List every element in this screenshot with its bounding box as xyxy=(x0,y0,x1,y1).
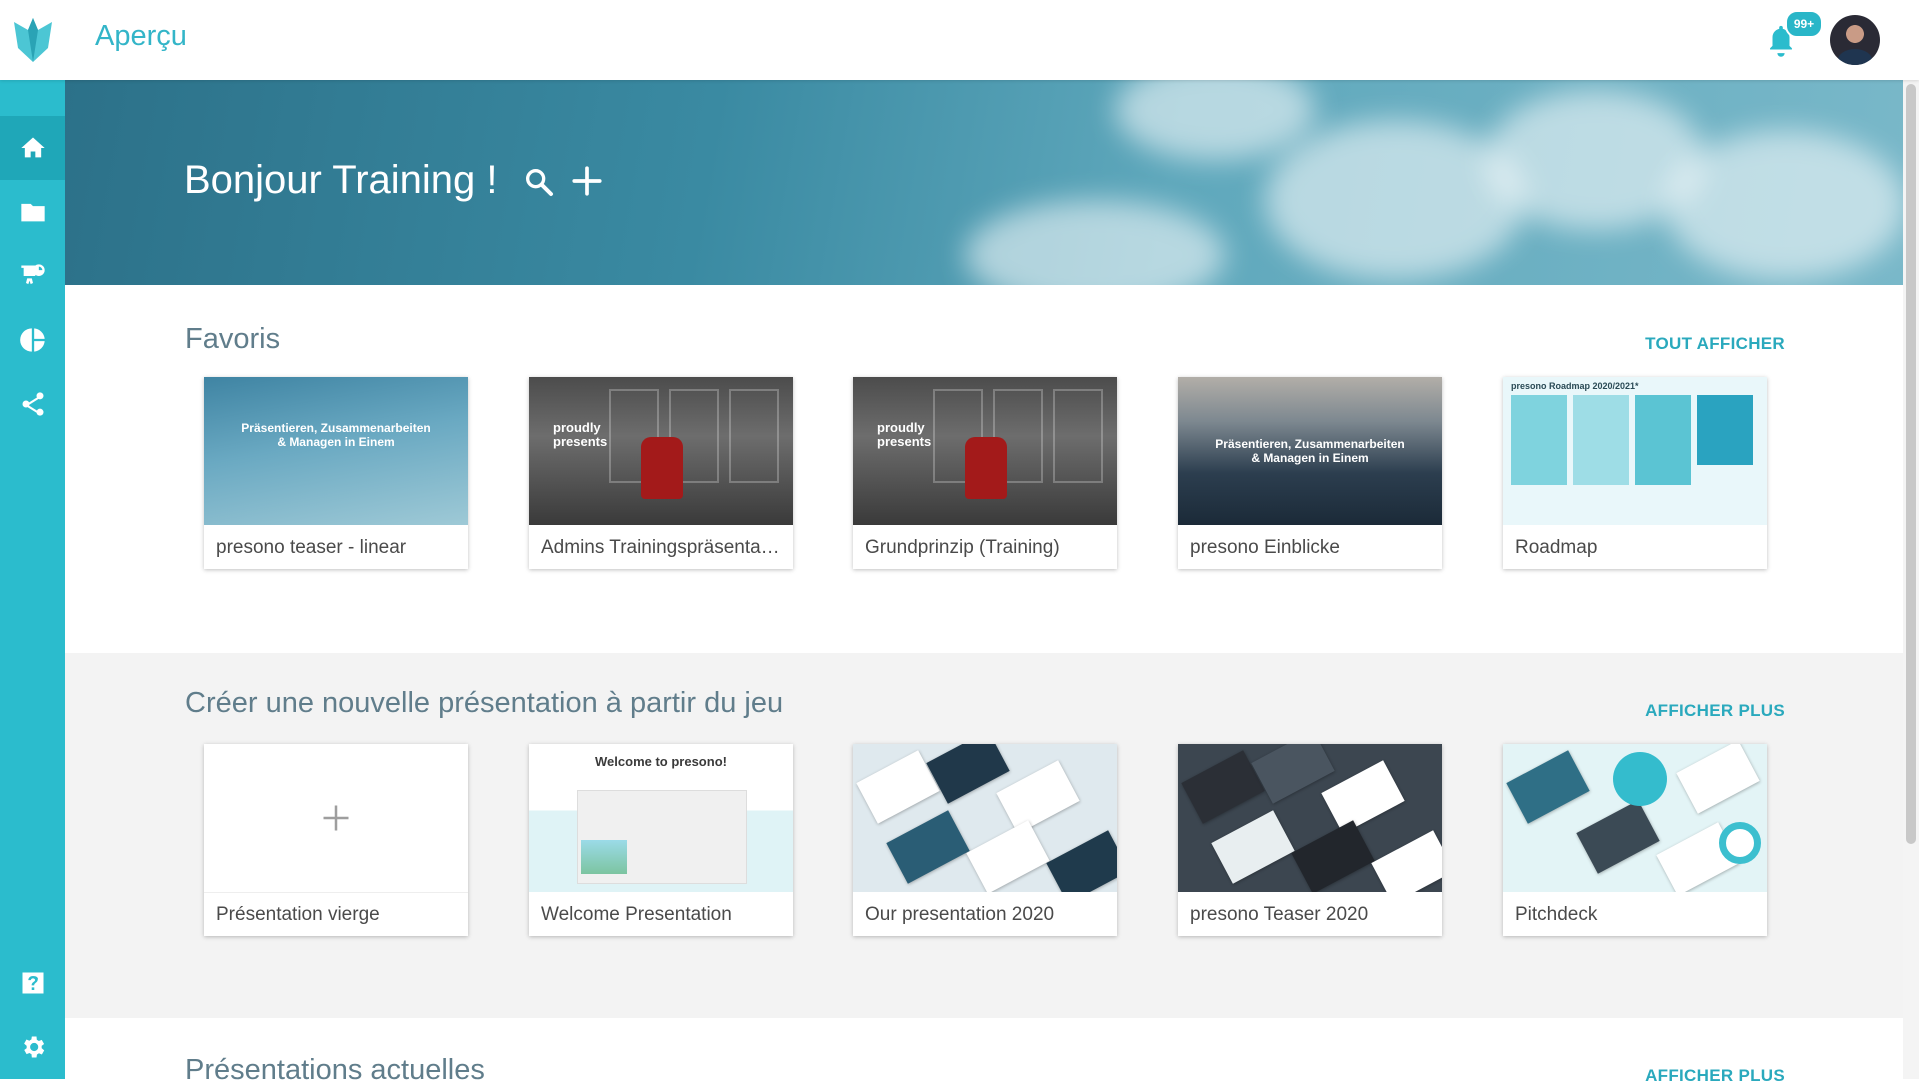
new-from-set-title: Créer une nouvelle présentation à partir… xyxy=(185,687,784,719)
donut-graphic xyxy=(1719,822,1761,864)
page-title: Aperçu xyxy=(95,20,187,52)
sidebar-item-share[interactable] xyxy=(0,372,65,436)
thumb-heading: & Managen in Einem xyxy=(277,435,395,449)
presono-logo-icon[interactable] xyxy=(14,18,52,62)
wall-panel xyxy=(1053,389,1103,483)
cloud-decoration xyxy=(1115,80,1315,160)
slide-tile xyxy=(1211,810,1295,884)
template-card[interactable]: presono Teaser 2020 xyxy=(1178,744,1442,936)
top-bar: Aperçu 99+ xyxy=(0,0,1919,80)
help-icon xyxy=(22,972,43,994)
notification-badge[interactable]: 99+ xyxy=(1785,10,1823,38)
card-label: Our presentation 2020 xyxy=(865,904,1055,925)
chair-graphic xyxy=(641,437,683,499)
card-label: Welcome Presentation xyxy=(541,904,732,925)
card-thumbnail xyxy=(853,744,1117,892)
template-card[interactable]: Présentation vierge xyxy=(204,744,468,936)
thumb-heading: Präsentieren, Zusammenarbeiten xyxy=(1215,437,1405,451)
pie-chart-icon xyxy=(19,328,45,352)
card-thumbnail xyxy=(204,744,468,893)
slide-tile xyxy=(1046,830,1117,892)
share-icon xyxy=(22,392,43,416)
slide-tile xyxy=(886,810,970,884)
cloud-decoration xyxy=(1265,120,1525,280)
slide-tile xyxy=(1291,820,1375,892)
favorites-title: Favoris xyxy=(185,323,281,355)
show-more-templates-link[interactable]: AFFICHER PLUS xyxy=(1645,701,1785,721)
slide-tile xyxy=(1676,744,1760,814)
roadmap-column xyxy=(1697,395,1753,465)
card-thumbnail xyxy=(1503,744,1767,892)
cloud-decoration xyxy=(965,200,1225,285)
favorite-card[interactable]: Präsentieren, Zusammenarbeiten & Managen… xyxy=(1178,377,1442,569)
favorite-card[interactable]: proudly presents Admins Trainingspräsent… xyxy=(529,377,793,569)
thumb-heading: presents xyxy=(877,434,932,449)
slide-tile xyxy=(966,820,1050,892)
sidebar-item-help[interactable] xyxy=(0,951,65,1015)
roadmap-column xyxy=(1635,395,1691,485)
scrollbar-thumb[interactable] xyxy=(1906,84,1916,844)
favorites-section: Favoris TOUT AFFICHER Präsentieren, Zusa… xyxy=(65,285,1903,653)
thumb-heading: & Managen in Einem xyxy=(1251,451,1369,465)
card-label: Grundprinzip (Training) xyxy=(865,537,1060,558)
show-more-current-link[interactable]: AFFICHER PLUS xyxy=(1645,1066,1785,1086)
card-thumbnail: proudly presents xyxy=(853,377,1117,525)
folder-icon xyxy=(20,203,45,222)
template-card[interactable]: Pitchdeck xyxy=(1503,744,1767,936)
sidebar-item-analytics[interactable] xyxy=(0,308,65,372)
greeting-title: Bonjour Training ! xyxy=(184,158,498,202)
home-icon xyxy=(20,137,45,158)
slide-tile xyxy=(1371,830,1442,892)
thumb-heading: Welcome to presono! xyxy=(595,754,727,769)
sidebar-item-files[interactable] xyxy=(0,180,65,244)
sidebar-item-home[interactable] xyxy=(0,116,65,180)
sidebar xyxy=(0,80,65,1079)
card-thumbnail: proudly presents xyxy=(529,377,793,525)
thumb-heading: presents xyxy=(553,434,608,449)
current-presentations-title: Présentations actuelles xyxy=(185,1054,485,1086)
current-presentations-section: Présentations actuelles AFFICHER PLUS xyxy=(65,1018,1903,1086)
image-placeholder xyxy=(581,840,627,874)
roadmap-column xyxy=(1511,395,1567,485)
search-icon[interactable] xyxy=(523,166,555,198)
favorite-card[interactable]: presono Roadmap 2020/2021* Roadmap xyxy=(1503,377,1767,569)
card-thumbnail: Präsentieren, Zusammenarbeiten & Managen… xyxy=(1178,377,1442,525)
thumb-heading: presono Roadmap 2020/2021* xyxy=(1511,381,1639,391)
user-avatar[interactable] xyxy=(1830,15,1880,65)
favorite-card[interactable]: proudly presents Grundprinzip (Training) xyxy=(853,377,1117,569)
template-card[interactable]: Our presentation 2020 xyxy=(853,744,1117,936)
card-label: presono Teaser 2020 xyxy=(1190,904,1369,925)
thumb-heading: Präsentieren, Zusammenarbeiten xyxy=(241,421,431,435)
card-label: Admins Trainingspräsentation xyxy=(541,537,783,558)
add-icon[interactable] xyxy=(570,164,604,198)
plus-icon xyxy=(323,805,349,831)
network-circle-graphic xyxy=(1613,752,1667,806)
card-label: Présentation vierge xyxy=(216,904,380,925)
card-thumbnail: Welcome to presono! xyxy=(529,744,793,892)
slide-tile xyxy=(1576,800,1660,874)
sidebar-item-settings[interactable] xyxy=(0,1015,65,1079)
hero-banner: Bonjour Training ! xyxy=(65,80,1903,285)
slide-tile xyxy=(1506,750,1590,824)
roadmap-column xyxy=(1573,395,1629,485)
thumb-heading: proudly xyxy=(877,420,925,435)
gear-icon xyxy=(23,1036,44,1058)
presentation-icon xyxy=(20,264,45,285)
card-thumbnail: Präsentieren, Zusammenarbeiten & Managen… xyxy=(204,377,468,525)
card-label: presono teaser - linear xyxy=(216,537,407,558)
favorite-card[interactable]: Präsentieren, Zusammenarbeiten & Managen… xyxy=(204,377,468,569)
card-thumbnail xyxy=(1178,744,1442,892)
card-thumbnail: presono Roadmap 2020/2021* xyxy=(1503,377,1767,525)
show-all-favorites-link[interactable]: TOUT AFFICHER xyxy=(1645,334,1785,354)
new-from-set-section: Créer une nouvelle présentation à partir… xyxy=(65,653,1903,1018)
thumb-heading: proudly xyxy=(553,420,601,435)
cloud-decoration xyxy=(1665,130,1903,280)
card-label: presono Einblicke xyxy=(1190,537,1340,558)
template-card[interactable]: Welcome to presono! Welcome Presentation xyxy=(529,744,793,936)
sidebar-item-presentations[interactable] xyxy=(0,244,65,308)
chair-graphic xyxy=(965,437,1007,499)
card-label: Roadmap xyxy=(1515,537,1598,558)
wall-panel xyxy=(729,389,779,483)
card-label: Pitchdeck xyxy=(1515,904,1598,925)
